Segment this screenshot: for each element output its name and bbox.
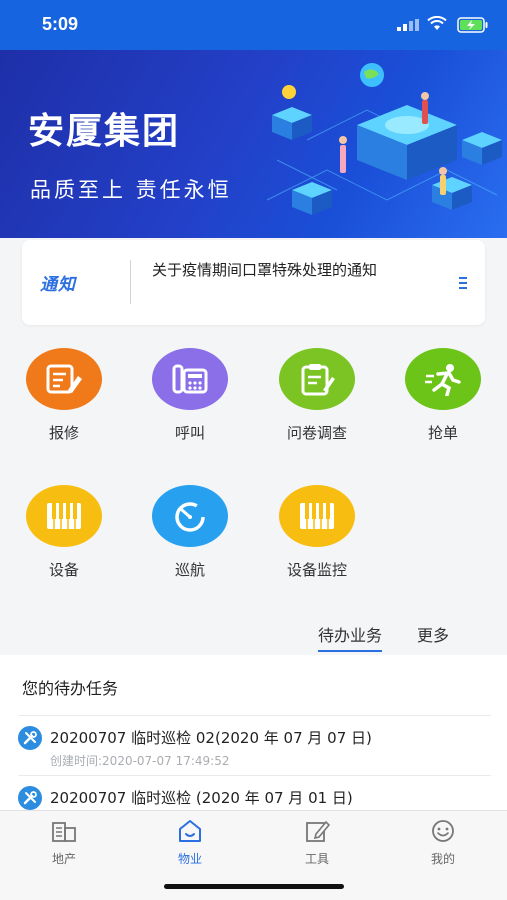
grid-label: 问卷调查 [286, 424, 347, 442]
grid-item-grab-order[interactable]: 抢单 [393, 348, 493, 443]
nav-label: 工具 [304, 852, 329, 866]
home-indicator[interactable] [164, 884, 344, 889]
grid-item-patrol[interactable]: 巡航 [140, 485, 240, 580]
tools-icon [18, 726, 42, 750]
notice-divider [130, 260, 131, 304]
nav-item-property[interactable]: 物业 [150, 819, 230, 867]
notice-tag: 通知 [40, 275, 76, 295]
grid-item-call[interactable]: 呼叫 [140, 348, 240, 443]
banner-slogan: 品质至上 责任永恒 [30, 178, 232, 202]
battery-charging-icon [457, 17, 488, 33]
pending-tasks-panel: 您的待办任务 20200707 临时巡检 02(2020 年 07 月 07 日… [0, 655, 507, 810]
grid-label: 巡航 [174, 561, 205, 579]
promo-banner[interactable]: 安厦集团 品质至上 责任永恒 [0, 50, 507, 238]
wifi-icon [427, 16, 447, 30]
task-title: 20200707 临时巡检 02(2020 年 07 月 07 日) [50, 729, 372, 747]
nav-label: 物业 [177, 852, 202, 866]
timer-patrol-icon [152, 485, 228, 547]
tools-icon [18, 786, 42, 810]
grid-label: 设备 [48, 561, 79, 579]
task-row[interactable]: 20200707 临时巡检 (2020 年 07 月 01 日) [18, 775, 491, 810]
equipment-icon [26, 485, 102, 547]
tab-more[interactable]: 更多 [417, 622, 449, 646]
banner-illustration [266, 63, 502, 215]
smiley-profile-icon [432, 820, 454, 842]
notice-card[interactable]: 通知 关于疫情期间口罩特殊处理的通知 [22, 240, 485, 325]
task-created-time: 创建时间:2020-07-07 17:49:52 [50, 754, 230, 768]
notice-more-icon[interactable] [459, 277, 467, 292]
signal-icon [397, 19, 419, 31]
repair-report-icon [26, 348, 102, 410]
grid-label: 报修 [48, 424, 79, 442]
status-time: 5:09 [42, 14, 79, 34]
building-icon [52, 822, 76, 842]
grid-item-survey[interactable]: 问卷调查 [267, 348, 367, 443]
banner-title: 安厦集团 [28, 111, 181, 152]
grid-item-equipment-monitor[interactable]: 设备监控 [267, 485, 367, 580]
nav-item-mine[interactable]: 我的 [403, 819, 483, 867]
nav-label: 地产 [51, 852, 76, 866]
grid-label: 呼叫 [174, 424, 205, 442]
status-bar: 5:09 [0, 0, 507, 50]
grid-item-equipment[interactable]: 设备 [14, 485, 114, 580]
tab-pending-business[interactable]: 待办业务 [318, 622, 383, 652]
task-tabs: 待办业务 更多 [0, 622, 507, 652]
grid-label: 抢单 [427, 424, 458, 442]
home-icon [179, 820, 201, 842]
running-grab-icon [405, 348, 481, 410]
task-row[interactable]: 20200707 临时巡检 02(2020 年 07 月 07 日) 创建时间:… [18, 715, 491, 775]
notice-text[interactable]: 关于疫情期间口罩特殊处理的通知 [152, 259, 377, 280]
grid-label: 设备监控 [286, 561, 347, 579]
clipboard-survey-icon [279, 348, 355, 410]
tasks-heading: 您的待办任务 [22, 679, 119, 698]
task-title: 20200707 临时巡检 (2020 年 07 月 01 日) [50, 789, 353, 807]
phone-call-icon [152, 348, 228, 410]
grid-item-repair[interactable]: 报修 [14, 348, 114, 443]
edit-tool-icon [306, 820, 331, 842]
equipment-monitor-icon [279, 485, 355, 547]
nav-item-real-estate[interactable]: 地产 [24, 819, 104, 867]
nav-label: 我的 [430, 852, 455, 866]
nav-item-tools[interactable]: 工具 [277, 819, 357, 867]
